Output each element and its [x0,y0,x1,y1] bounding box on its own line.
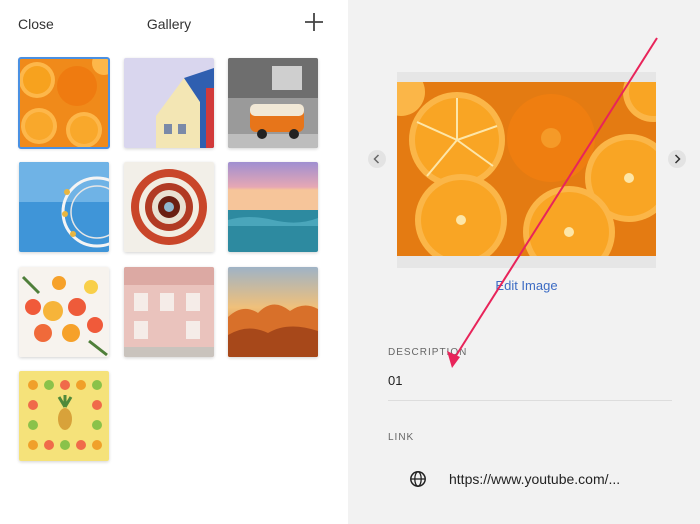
gallery-item-ferris-wheel[interactable] [19,162,109,252]
chevron-left-icon[interactable] [368,150,386,168]
gallery-item-ocean-sunset[interactable] [228,162,318,252]
gallery-item-spiral-staircase[interactable] [124,162,214,252]
gallery-item-orange-van[interactable] [228,58,318,148]
chevron-right-icon[interactable] [668,150,686,168]
link-label: LINK [388,432,415,443]
image-preview [397,82,656,256]
gallery-item-citrus-flatlay[interactable] [19,267,109,357]
edit-image-link[interactable]: Edit Image [397,278,656,293]
gallery-item-colorful-houses[interactable] [124,58,214,148]
gallery-item-fruit-yellow-bg[interactable] [19,371,109,461]
gallery-title: Gallery [146,16,192,32]
gallery-item-orange-slices[interactable] [18,57,110,149]
gallery-item-pink-building[interactable] [124,267,214,357]
plus-icon[interactable] [302,10,326,34]
description-label: DESCRIPTION [388,347,468,358]
gallery-item-clouds-sunset[interactable] [228,267,318,357]
description-field[interactable]: 01 [388,373,402,388]
gallery-panel: Close Gallery [0,0,348,524]
divider [388,400,672,401]
link-field[interactable]: https://www.youtube.com/... [449,471,620,487]
globe-icon [409,470,427,488]
